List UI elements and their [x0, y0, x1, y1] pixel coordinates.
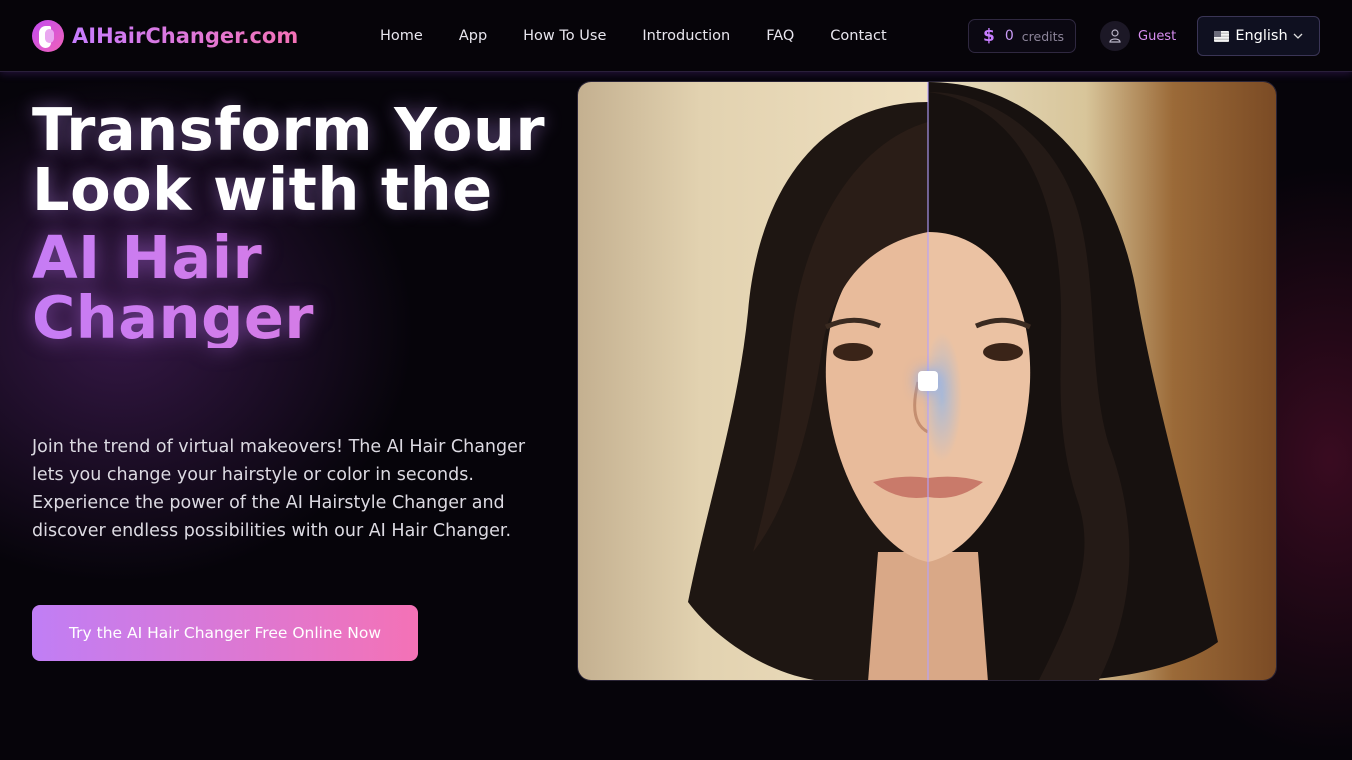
user-menu[interactable]: Guest — [1100, 20, 1176, 52]
dollar-icon: $ — [983, 26, 995, 46]
brand-name: AIHairChanger.com — [72, 24, 299, 48]
site-header: AIHairChanger.com Home App How To Use In… — [0, 0, 1352, 72]
language-label: English — [1235, 28, 1288, 44]
credits-count: 0 — [1004, 28, 1014, 44]
nav-introduction[interactable]: Introduction — [624, 24, 748, 48]
credits-badge[interactable]: $ 0 credits — [968, 19, 1076, 53]
hero-title-highlight: AI Hair Changer — [32, 228, 552, 348]
hero-description: Join the trend of virtual makeovers! The… — [32, 437, 526, 541]
hero-title: Transform Your Look with the AI Hair Cha… — [32, 100, 552, 348]
try-free-button[interactable]: Try the AI Hair Changer Free Online Now — [32, 605, 418, 661]
nav-how-to-use[interactable]: How To Use — [505, 24, 624, 48]
before-image — [578, 82, 928, 680]
chevron-down-icon — [1293, 33, 1303, 39]
user-icon — [1100, 21, 1130, 51]
before-after-comparison[interactable] — [577, 81, 1277, 681]
nav-faq[interactable]: FAQ — [748, 24, 812, 48]
nav-app[interactable]: App — [441, 24, 505, 48]
compare-slider-handle[interactable] — [918, 371, 938, 391]
hero-title-main: Transform Your Look with the — [32, 95, 546, 224]
language-select[interactable]: English — [1197, 16, 1320, 56]
credits-label: credits — [1021, 28, 1065, 44]
main-nav: Home App How To Use Introduction FAQ Con… — [362, 24, 905, 48]
nav-home[interactable]: Home — [362, 24, 441, 48]
after-image — [928, 82, 1276, 680]
flag-icon — [1214, 30, 1230, 42]
nav-contact[interactable]: Contact — [812, 24, 904, 48]
user-name: Guest — [1138, 28, 1177, 44]
brand-logo[interactable]: AIHairChanger.com — [32, 20, 298, 52]
logo-icon — [32, 20, 64, 52]
